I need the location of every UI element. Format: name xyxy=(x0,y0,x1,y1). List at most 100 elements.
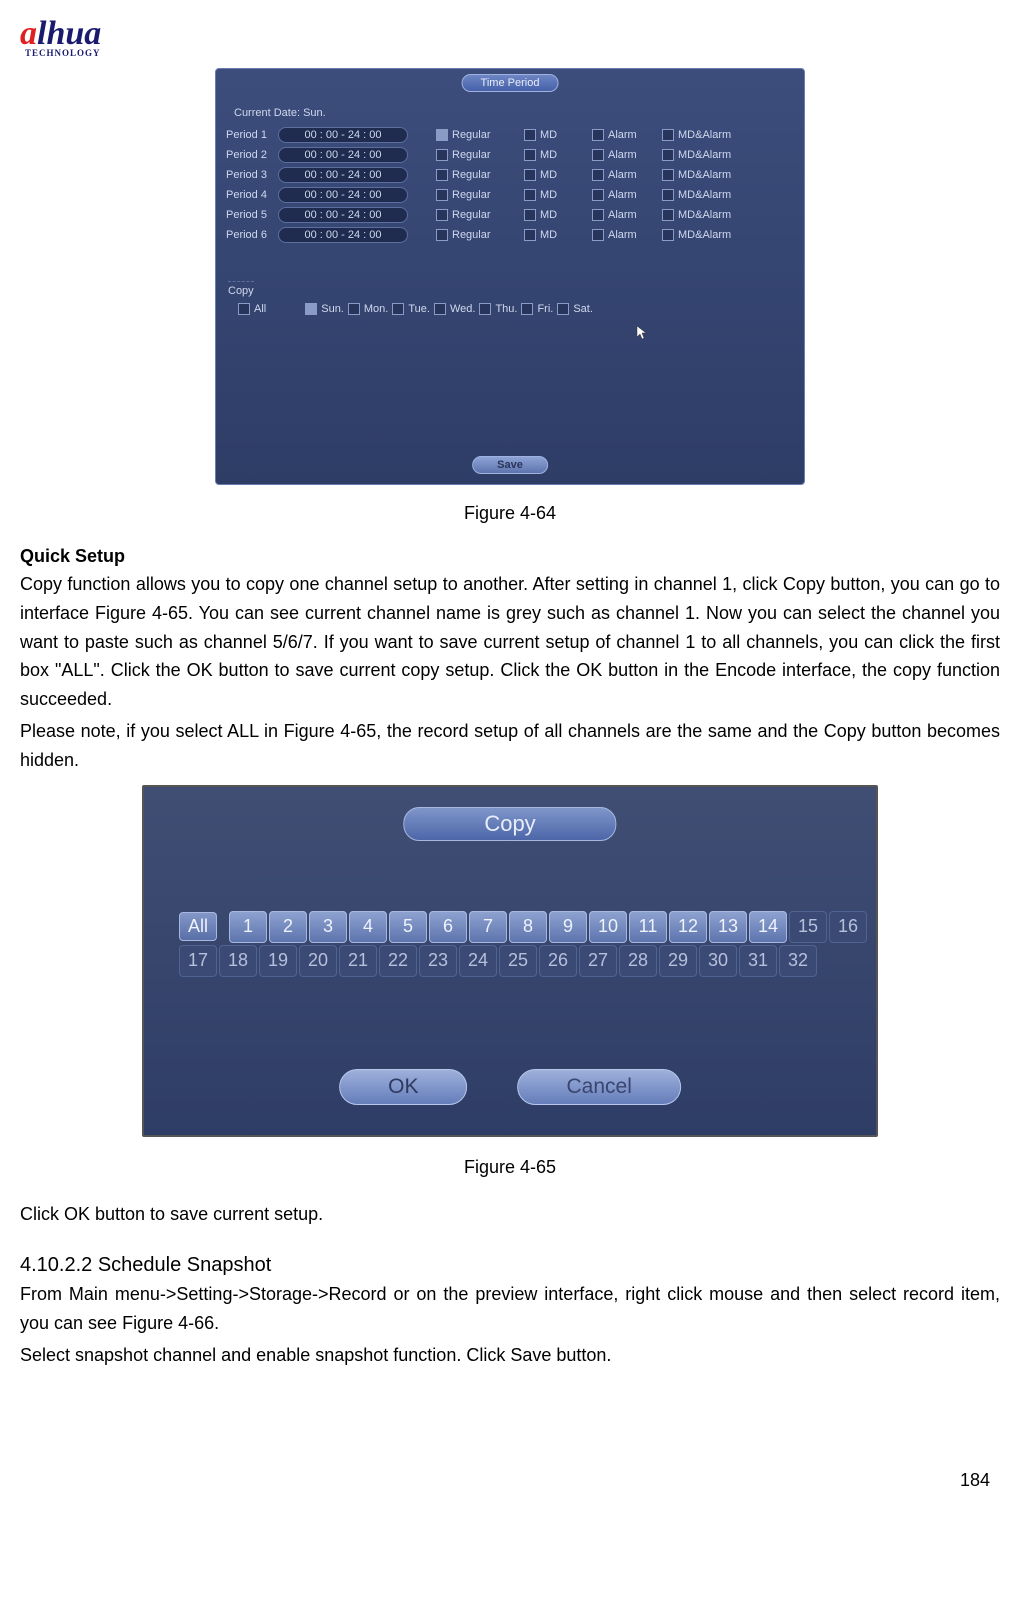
mdalarm-checkbox[interactable]: MD&Alarm xyxy=(662,129,731,141)
ok-button[interactable]: OK xyxy=(339,1069,467,1105)
md-checkbox[interactable]: MD xyxy=(524,229,584,241)
figure-caption-1: Figure 4-64 xyxy=(20,503,1000,524)
regular-checkbox[interactable]: Regular xyxy=(436,209,516,221)
cancel-button[interactable]: Cancel xyxy=(517,1069,680,1105)
channel-32[interactable]: 32 xyxy=(779,945,817,977)
channel-1[interactable]: 1 xyxy=(229,911,267,943)
time-input[interactable]: 00 : 00 - 24 : 00 xyxy=(278,127,408,143)
alarm-checkbox[interactable]: Alarm xyxy=(592,129,654,141)
checkbox-icon xyxy=(557,303,569,315)
channel-12[interactable]: 12 xyxy=(669,911,707,943)
channel-9[interactable]: 9 xyxy=(549,911,587,943)
channel-31[interactable]: 31 xyxy=(739,945,777,977)
channel-18[interactable]: 18 xyxy=(219,945,257,977)
period-grid: Period 1 00 : 00 - 24 : 00 Regular MD Al… xyxy=(226,127,794,247)
channel-20[interactable]: 20 xyxy=(299,945,337,977)
channel-10[interactable]: 10 xyxy=(589,911,627,943)
regular-checkbox[interactable]: Regular xyxy=(436,129,516,141)
mdalarm-checkbox[interactable]: MD&Alarm xyxy=(662,149,731,161)
channel-22[interactable]: 22 xyxy=(379,945,417,977)
day-thu-checkbox[interactable]: Thu. xyxy=(479,303,517,315)
channel-25[interactable]: 25 xyxy=(499,945,537,977)
channel-6[interactable]: 6 xyxy=(429,911,467,943)
channel-27[interactable]: 27 xyxy=(579,945,617,977)
channel-19[interactable]: 19 xyxy=(259,945,297,977)
channel-2[interactable]: 2 xyxy=(269,911,307,943)
period-row-2: Period 2 00 : 00 - 24 : 00 Regular MD Al… xyxy=(226,147,794,163)
checkbox-icon xyxy=(436,149,448,161)
checkbox-icon xyxy=(662,169,674,181)
checkbox-icon xyxy=(524,189,536,201)
period-row-5: Period 5 00 : 00 - 24 : 00 Regular MD Al… xyxy=(226,207,794,223)
channel-26[interactable]: 26 xyxy=(539,945,577,977)
period-label: Period 3 xyxy=(226,169,278,181)
mdalarm-checkbox[interactable]: MD&Alarm xyxy=(662,229,731,241)
copy-dialog-title: Copy xyxy=(403,807,616,841)
paragraph-5: Select snapshot channel and enable snaps… xyxy=(20,1341,1000,1370)
channel-21[interactable]: 21 xyxy=(339,945,377,977)
channel-17[interactable]: 17 xyxy=(179,945,217,977)
channel-24[interactable]: 24 xyxy=(459,945,497,977)
day-wed-checkbox[interactable]: Wed. xyxy=(434,303,475,315)
checkbox-icon xyxy=(436,189,448,201)
channel-4[interactable]: 4 xyxy=(349,911,387,943)
md-checkbox[interactable]: MD xyxy=(524,169,584,181)
alarm-checkbox[interactable]: Alarm xyxy=(592,229,654,241)
md-checkbox[interactable]: MD xyxy=(524,149,584,161)
channel-16[interactable]: 16 xyxy=(829,911,867,943)
md-checkbox[interactable]: MD xyxy=(524,209,584,221)
channel-13[interactable]: 13 xyxy=(709,911,747,943)
all-channels-button[interactable]: All xyxy=(179,912,217,941)
regular-checkbox[interactable]: Regular xyxy=(436,169,516,181)
time-input[interactable]: 00 : 00 - 24 : 00 xyxy=(278,227,408,243)
channel-29[interactable]: 29 xyxy=(659,945,697,977)
channel-23[interactable]: 23 xyxy=(419,945,457,977)
mdalarm-checkbox[interactable]: MD&Alarm xyxy=(662,209,731,221)
channel-8[interactable]: 8 xyxy=(509,911,547,943)
time-input[interactable]: 00 : 00 - 24 : 00 xyxy=(278,167,408,183)
checkbox-icon xyxy=(662,189,674,201)
md-checkbox[interactable]: MD xyxy=(524,129,584,141)
checkbox-icon xyxy=(592,129,604,141)
checkbox-icon xyxy=(662,149,674,161)
channel-15[interactable]: 15 xyxy=(789,911,827,943)
alarm-checkbox[interactable]: Alarm xyxy=(592,189,654,201)
paragraph-2: Please note, if you select ALL in Figure… xyxy=(20,717,1000,775)
time-input[interactable]: 00 : 00 - 24 : 00 xyxy=(278,207,408,223)
page-number: 184 xyxy=(20,1470,1000,1491)
regular-checkbox[interactable]: Regular xyxy=(436,229,516,241)
cursor-icon xyxy=(636,325,650,344)
save-button[interactable]: Save xyxy=(472,456,548,474)
day-sun-checkbox[interactable]: Sun. xyxy=(305,303,344,315)
period-row-3: Period 3 00 : 00 - 24 : 00 Regular MD Al… xyxy=(226,167,794,183)
channel-28[interactable]: 28 xyxy=(619,945,657,977)
all-checkbox[interactable]: All xyxy=(238,303,266,315)
channel-30[interactable]: 30 xyxy=(699,945,737,977)
alarm-checkbox[interactable]: Alarm xyxy=(592,169,654,181)
paragraph-4: From Main menu->Setting->Storage->Record… xyxy=(20,1280,1000,1338)
regular-checkbox[interactable]: Regular xyxy=(436,149,516,161)
channel-14[interactable]: 14 xyxy=(749,911,787,943)
alarm-checkbox[interactable]: Alarm xyxy=(592,209,654,221)
channel-11[interactable]: 11 xyxy=(629,911,667,943)
checkbox-icon xyxy=(592,209,604,221)
day-fri-checkbox[interactable]: Fri. xyxy=(521,303,553,315)
day-sat-checkbox[interactable]: Sat. xyxy=(557,303,593,315)
mdalarm-checkbox[interactable]: MD&Alarm xyxy=(662,189,731,201)
channel-3[interactable]: 3 xyxy=(309,911,347,943)
md-checkbox[interactable]: MD xyxy=(524,189,584,201)
period-label: Period 2 xyxy=(226,149,278,161)
time-input[interactable]: 00 : 00 - 24 : 00 xyxy=(278,187,408,203)
day-mon-checkbox[interactable]: Mon. xyxy=(348,303,388,315)
logo-text-rest: lhua xyxy=(37,15,101,52)
copy-label: Copy xyxy=(228,281,254,297)
regular-checkbox[interactable]: Regular xyxy=(436,189,516,201)
mdalarm-checkbox[interactable]: MD&Alarm xyxy=(662,169,731,181)
logo-tagline: TECHNOLOGY xyxy=(25,48,1000,58)
alarm-checkbox[interactable]: Alarm xyxy=(592,149,654,161)
time-input[interactable]: 00 : 00 - 24 : 00 xyxy=(278,147,408,163)
channel-5[interactable]: 5 xyxy=(389,911,427,943)
logo-text-a: a xyxy=(20,15,37,52)
channel-7[interactable]: 7 xyxy=(469,911,507,943)
day-tue-checkbox[interactable]: Tue. xyxy=(392,303,430,315)
